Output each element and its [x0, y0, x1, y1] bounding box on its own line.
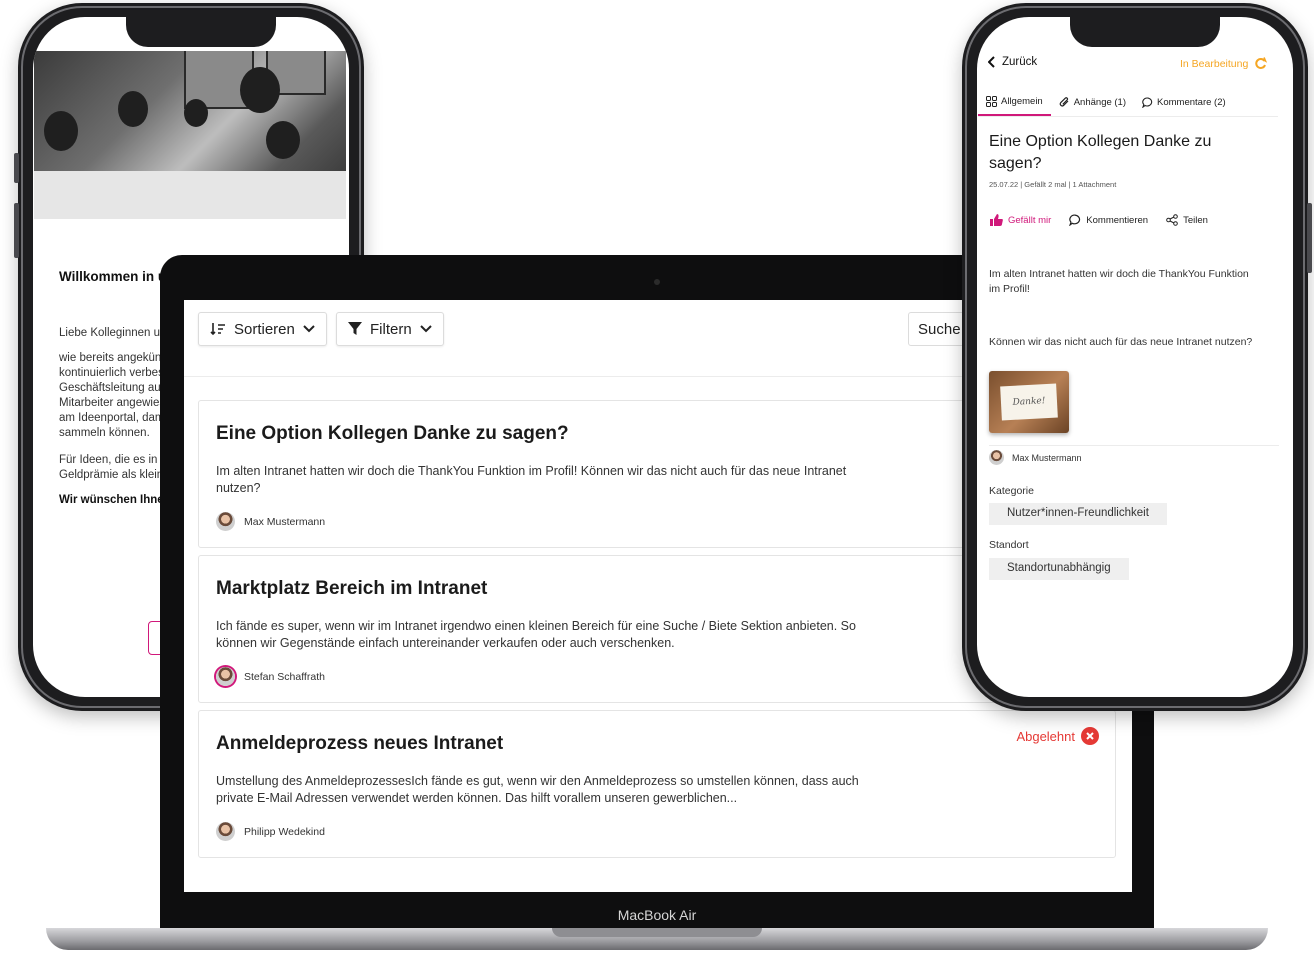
filter-label: Filtern: [370, 320, 412, 338]
category-label: Kategorie: [989, 485, 1034, 497]
location-chip: Standortunabhängig: [989, 558, 1129, 580]
back-button[interactable]: Zurück: [988, 56, 1037, 68]
back-label: Zurück: [1002, 56, 1038, 68]
close-circle-icon: [1081, 727, 1099, 745]
idea-author: Philipp Wedekind: [216, 822, 325, 841]
filter-icon: [348, 322, 362, 335]
right-phone-screen: Zurück In Bearbeitung Allgemein Anhänge …: [977, 17, 1293, 697]
idea-description: Ich fände es super, wenn wir im Intranet…: [216, 619, 856, 650]
thumbs-up-icon: [990, 214, 1003, 226]
status-badge: Abgelehnt: [1016, 727, 1099, 745]
laptop-hinge-notch: [552, 928, 762, 937]
author-name: Stefan Schaffrath: [244, 670, 325, 683]
idea-body: Im alten Intranet hatten wir doch die Th…: [989, 268, 1249, 295]
sort-label: Sortieren: [234, 320, 295, 338]
avatar: [989, 450, 1004, 465]
idea-body: Können wir das nicht auch für das neue I…: [989, 336, 1253, 348]
avatar: [216, 512, 235, 531]
comment-icon: [1069, 214, 1081, 226]
laptop-brand-label: MacBook Air: [617, 907, 697, 923]
sort-button[interactable]: Sortieren: [198, 312, 327, 346]
author-name: Max Mustermann: [1012, 452, 1082, 463]
paperclip-icon: [1059, 97, 1069, 107]
idea-title[interactable]: Eine Option Kollegen Danke zu sagen?: [216, 423, 569, 445]
comment-icon: [1142, 97, 1153, 108]
idea-meta: 25.07.22 | Gefällt 2 mal | 1 Attachment: [989, 180, 1117, 189]
status-label: In Bearbeitung: [1180, 57, 1249, 70]
sort-icon: [210, 323, 225, 336]
idea-description: Umstellung des AnmeldeprozessesIch fände…: [216, 774, 859, 805]
share-icon: [1166, 214, 1178, 226]
camera: [654, 279, 660, 285]
idea-title[interactable]: Anmeldeprozess neues Intranet: [216, 733, 503, 755]
like-button[interactable]: Gefällt mir: [990, 214, 1051, 226]
status-label: Abgelehnt: [1016, 728, 1075, 744]
author-name: Philipp Wedekind: [244, 825, 325, 838]
avatar: [216, 667, 235, 686]
right-phone-mockup: Zurück In Bearbeitung Allgemein Anhänge …: [962, 3, 1312, 711]
comment-button[interactable]: Kommentieren: [1069, 214, 1148, 226]
location-label: Standort: [989, 539, 1029, 551]
tab-anhaenge[interactable]: Anhänge (1): [1051, 89, 1134, 116]
filter-button[interactable]: Filtern: [336, 312, 444, 346]
author-name: Max Mustermann: [244, 515, 326, 528]
idea-author: Max Mustermann: [216, 512, 325, 531]
detail-tabs: Allgemein Anhänge (1) Kommentare (2): [978, 89, 1278, 117]
phone-side-button: [14, 203, 19, 258]
idea-title[interactable]: Marktplatz Bereich im Intranet: [216, 578, 487, 600]
image-note: Danke!: [1000, 383, 1058, 421]
idea-author: Max Mustermann: [989, 450, 1082, 465]
idea-card[interactable]: Anmeldeprozess neues Intranet Abgelehnt …: [198, 710, 1116, 858]
chevron-left-icon: [988, 56, 995, 68]
closing-text: Wir wünschen Ihnen: [59, 494, 171, 506]
greeting-text: Liebe Kolleginnen und: [59, 327, 173, 339]
idea-description: Im alten Intranet hatten wir doch die Th…: [216, 464, 847, 495]
welcome-title: Willkommen in un: [59, 269, 175, 284]
tab-kommentare[interactable]: Kommentare (2): [1134, 89, 1234, 116]
idea-title: Eine Option Kollegen Danke zu sagen?: [989, 133, 1212, 172]
refresh-icon: [1255, 57, 1268, 69]
reward-paragraph: Für Ideen, die es in die Geldprämie als …: [59, 454, 176, 481]
divider: [989, 445, 1279, 446]
phone-side-button: [14, 153, 19, 183]
status-indicator: In Bearbeitung: [1180, 57, 1268, 70]
intro-paragraph: wie bereits angekündi kontinuierlich ver…: [59, 352, 175, 439]
idea-actions: Gefällt mir Kommentieren Teilen: [990, 214, 1208, 226]
chevron-down-icon: [419, 325, 432, 333]
phone-notch: [1070, 17, 1220, 47]
attachment-image[interactable]: Danke!: [989, 371, 1069, 433]
idea-author: Stefan Schaffrath: [216, 667, 325, 686]
phone-notch: [126, 17, 276, 47]
share-button[interactable]: Teilen: [1166, 214, 1208, 226]
team-photo: [34, 51, 346, 219]
tab-allgemein[interactable]: Allgemein: [978, 89, 1051, 116]
chevron-down-icon: [303, 325, 315, 333]
phone-side-button: [1307, 203, 1312, 273]
grid-icon: [986, 96, 997, 107]
avatar: [216, 822, 235, 841]
category-chip: Nutzer*innen-Freundlichkeit: [989, 503, 1167, 525]
